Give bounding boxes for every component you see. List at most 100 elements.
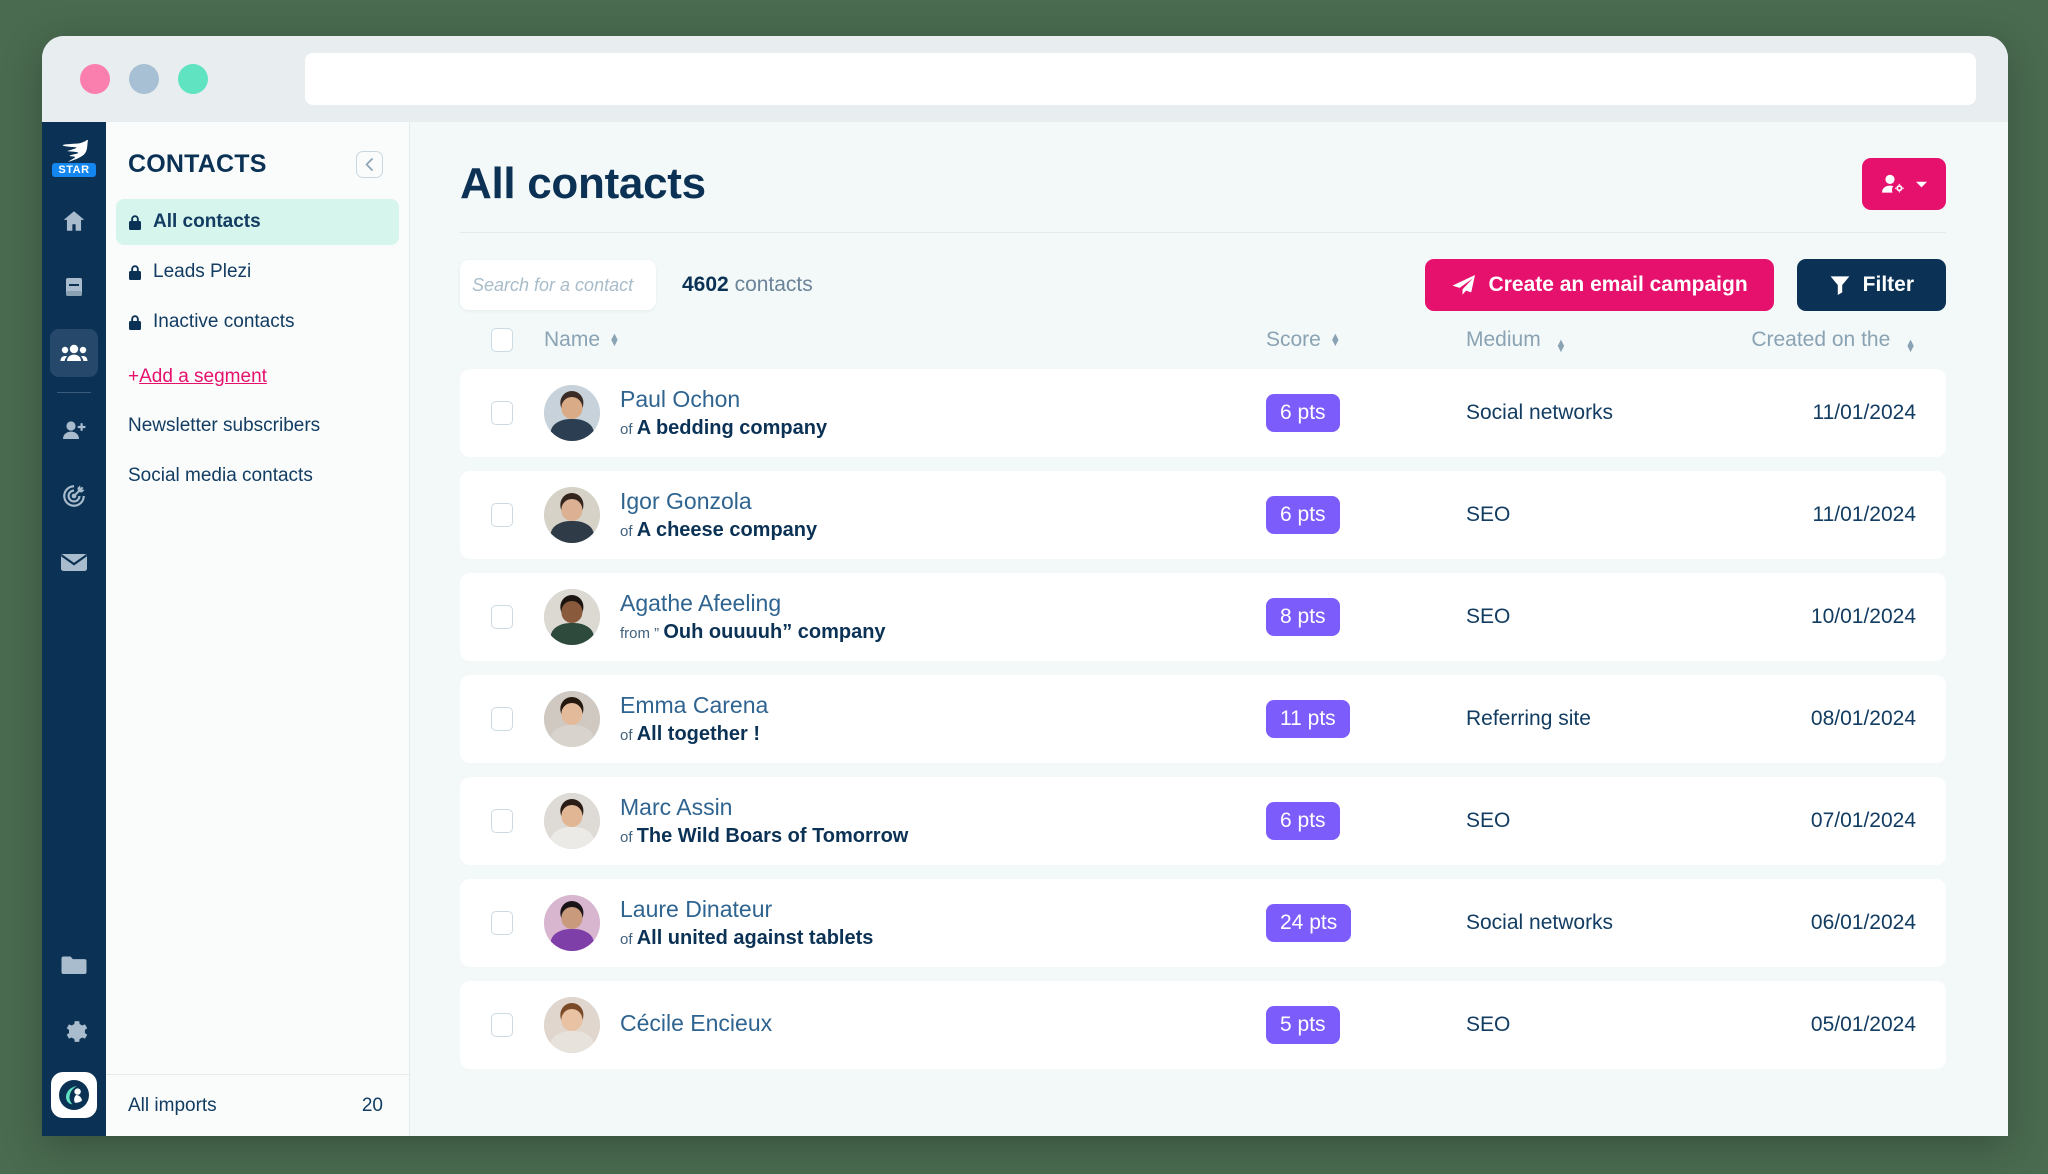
table-row[interactable]: Paul Ochon of A bedding company 6 pts Socia… [460,369,1946,457]
search-input[interactable] [460,274,656,296]
rail-item-settings[interactable] [50,1007,98,1055]
contact-identity: Emma Carena of All together ! [620,692,768,746]
home-icon [63,211,85,231]
sort-toggle-icon[interactable]: ▲ ▼ [1556,338,1567,355]
table-row[interactable]: Emma Carena of All together ! 11 pts Referr… [460,675,1946,763]
rail-bottom-group [50,932,98,1136]
collapse-sidebar-button[interactable] [356,151,383,178]
contact-company: of A cheese company [620,519,818,541]
rail-item-files[interactable] [50,941,98,989]
row-checkbox[interactable] [491,1013,513,1037]
target-icon [63,485,85,507]
score-badge: 6 pts [1266,802,1340,840]
user-avatar[interactable] [51,1072,97,1118]
plus-icon: + [128,366,140,387]
rail-item-content[interactable] [50,263,98,311]
all-imports-row[interactable]: All imports 20 [106,1074,409,1136]
sort-toggle-icon[interactable]: ▲ ▼ [1330,332,1341,349]
main-content: All contacts Search for a contact 4602 c… [410,122,2008,1136]
rail-item-campaigns[interactable] [50,472,98,520]
column-header-medium[interactable]: Medium ▲ ▼ [1466,328,1716,355]
column-label: Created on the [1751,328,1891,351]
row-checkbox[interactable] [491,401,513,425]
contact-name[interactable]: Igor Gonzola [620,488,817,515]
score-cell: 6 pts [1266,802,1466,840]
sort-toggle-icon[interactable]: ▲ ▼ [1905,338,1916,355]
row-checkbox[interactable] [491,809,513,833]
row-select-cell [460,911,544,935]
add-segment-button[interactable]: + Add a segment [116,357,399,397]
contacts-table-body: Paul Ochon of A bedding company 6 pts Socia… [460,369,1946,1069]
contact-name-cell: Laure Dinateur of All united against tabl… [544,895,1266,951]
chevron-down-icon [1916,181,1927,187]
paper-plane-icon [1452,275,1475,295]
contact-name[interactable]: Cécile Encieux [620,1010,772,1037]
score-cell: 11 pts [1266,700,1466,738]
close-window-button[interactable] [80,64,110,94]
sidebar-item-label: All contacts [153,211,261,232]
avatar [544,793,600,849]
created-date-cell: 06/01/2024 [1810,911,1916,934]
column-label: Medium [1466,328,1541,351]
filter-label: Filter [1862,273,1914,296]
contact-company: from ” Ouh ouuuuh” company [620,621,886,643]
create-email-campaign-button[interactable]: Create an email campaign [1424,259,1774,311]
table-header: Name ▲ ▼ Score ▲ ▼ Medium ▲ ▼ Created on th… [460,311,1946,369]
contact-name[interactable]: Marc Assin [620,794,908,821]
primary-nav-rail: STAR [42,122,106,1136]
score-badge: 6 pts [1266,496,1340,534]
row-select-cell [460,707,544,731]
contact-name-cell: Emma Carena of All together ! [544,691,1266,747]
avatar [544,691,600,747]
sidebar-item-all-contacts[interactable]: All contacts [116,199,399,245]
contact-name-cell: Marc Assin of The Wild Boars of Tomorrow [544,793,1266,849]
column-header-name[interactable]: Name ▲ ▼ [544,328,1266,352]
contact-name[interactable]: Paul Ochon [620,386,827,413]
rail-item-home[interactable] [50,197,98,245]
row-checkbox[interactable] [491,707,513,731]
contact-name[interactable]: Emma Carena [620,692,768,719]
rail-item-leads[interactable] [50,406,98,454]
filter-button[interactable]: Filter [1796,259,1946,311]
folder-icon [61,956,87,974]
table-row[interactable]: Marc Assin of The Wild Boars of Tomorrow 6… [460,777,1946,865]
contact-name[interactable]: Agathe Afeeling [620,590,886,617]
sidebar-item-inactive-contacts[interactable]: Inactive contacts [116,299,399,345]
maximize-window-button[interactable] [178,64,208,94]
sort-toggle-icon[interactable]: ▲ ▼ [609,332,620,349]
sidebar-item-newsletter-subscribers[interactable]: Newsletter subscribers [116,403,399,449]
create-email-campaign-label: Create an email campaign [1488,273,1748,296]
contact-identity: Paul Ochon of A bedding company [620,386,827,440]
score-cell: 24 pts [1266,904,1466,942]
contact-company: of The Wild Boars of Tomorrow [620,825,909,847]
created-date-cell: 07/01/2024 [1810,809,1916,832]
sidebar-item-social-media-contacts[interactable]: Social media contacts [116,453,399,499]
url-bar[interactable] [305,53,1976,105]
row-checkbox[interactable] [491,503,513,527]
sidebar-item-leads-plezi[interactable]: Leads Plezi [116,249,399,295]
rail-item-emails[interactable] [50,538,98,586]
row-select-cell [460,401,544,425]
table-row[interactable]: Cécile Encieux 5 pts SEO 05/01/2024 [460,981,1946,1069]
row-select-cell [460,1013,544,1037]
minimize-window-button[interactable] [129,64,159,94]
search-container [460,260,656,310]
add-segment-label: Add a segment [139,366,267,387]
column-header-score[interactable]: Score ▲ ▼ [1266,328,1466,352]
app-logo[interactable]: STAR [42,122,106,188]
column-header-created-on[interactable]: Created on the ▲ ▼ [1716,328,1916,355]
table-row[interactable]: Laure Dinateur of All united against tabl… [460,879,1946,967]
table-row[interactable]: Igor Gonzola of A cheese company 6 pts SEO 1… [460,471,1946,559]
contact-name[interactable]: Laure Dinateur [620,896,873,923]
rail-item-contacts[interactable] [50,329,98,377]
score-badge: 5 pts [1266,1006,1340,1044]
row-checkbox[interactable] [491,911,513,935]
add-contact-button[interactable] [1862,158,1946,210]
all-imports-count: 20 [361,1094,383,1116]
row-checkbox[interactable] [491,605,513,629]
medium-cell: Referring site [1466,707,1591,730]
table-row[interactable]: Agathe Afeeling from ” Ouh ouuuuh” compan… [460,573,1946,661]
avatar [544,487,600,543]
avatar [544,997,600,1053]
select-all-checkbox[interactable] [491,328,513,352]
